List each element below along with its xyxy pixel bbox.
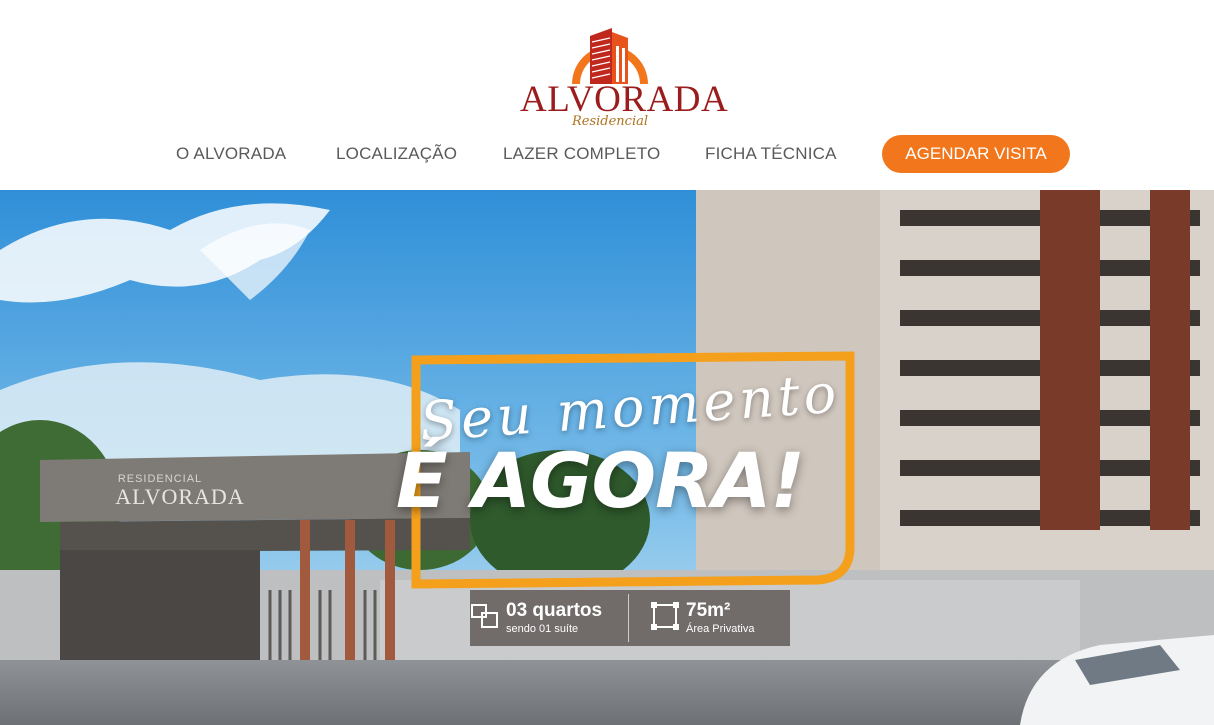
nav-item-lazer-completo[interactable]: LAZER COMPLETO <box>503 135 660 173</box>
feature-divider <box>628 594 629 642</box>
feature-area: 75m² Área Privativa <box>650 590 790 646</box>
feature-rooms-subtitle: sendo 01 suíte <box>506 623 579 635</box>
hero-banner: RESIDENCIAL ALVORADA Seu momento É AGORA… <box>0 190 1214 725</box>
area-icon <box>651 602 679 630</box>
logo-tagline: Residencial <box>571 114 649 129</box>
feature-strip: 03 quartos sendo 01 suíte 75m² Área Priv… <box>470 590 790 646</box>
nav-item-ficha-tecnica[interactable]: FICHA TÉCNICA <box>705 135 837 173</box>
main-nav: O ALVORADA LOCALIZAÇÃO LAZER COMPLETO FI… <box>0 135 1214 173</box>
feature-rooms-title: 03 quartos <box>506 600 603 621</box>
feature-area-subtitle: Área Privativa <box>686 623 755 635</box>
feature-area-title: 75m² <box>686 600 731 621</box>
site-header: ALVORADA Residencial O ALVORADA LOCALIZA… <box>0 0 1214 190</box>
gate-sign-text: ALVORADA <box>115 484 244 509</box>
nav-item-localizacao[interactable]: LOCALIZAÇÃO <box>336 135 457 173</box>
logo[interactable]: ALVORADA Residencial <box>520 26 728 134</box>
feature-rooms: 03 quartos sendo 01 suíte <box>470 590 620 646</box>
rooms-icon <box>471 604 498 628</box>
building-logo-icon <box>572 28 648 84</box>
schedule-visit-button[interactable]: AGENDAR VISITA <box>882 135 1070 173</box>
nav-item-o-alvorada[interactable]: O ALVORADA <box>176 135 286 173</box>
